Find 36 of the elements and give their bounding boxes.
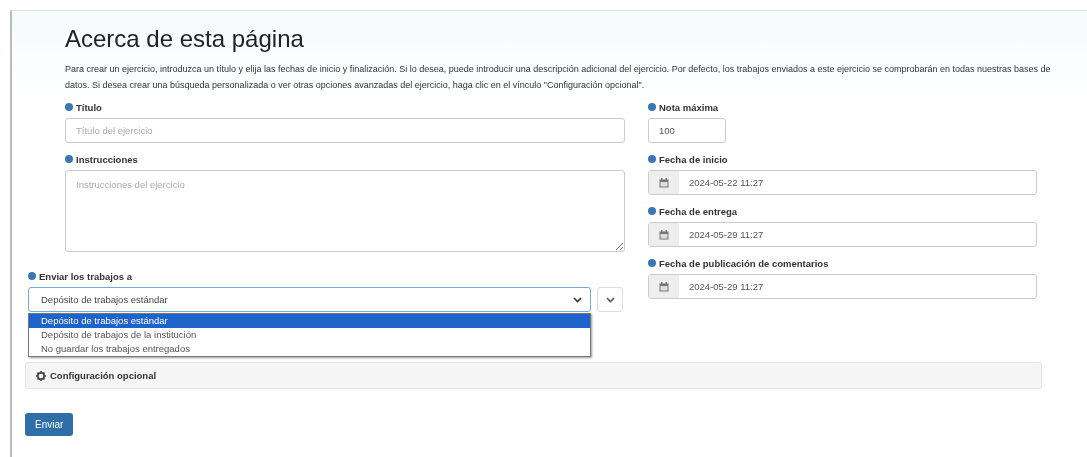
info-icon	[648, 103, 656, 111]
date-input[interactable]: 2024-05-22 11:27	[648, 170, 1037, 195]
optional-settings-label: Configuración opcional	[50, 370, 157, 381]
info-icon	[648, 207, 656, 215]
submit-to-label: Enviar los trabajos a	[28, 270, 625, 282]
dropdown-option[interactable]: Depósito de trabajos de la institución	[29, 328, 590, 342]
title-input[interactable]: Título del ejercicio	[65, 118, 625, 143]
submit-to-select[interactable]: Depósito de trabajos estándar	[28, 287, 591, 312]
info-icon	[65, 103, 73, 111]
date-label: Fecha de inicio	[648, 153, 1037, 165]
instructions-textarea[interactable]: Instrucciones del ejercicio	[65, 170, 625, 252]
dropdown-option[interactable]: No guardar los trabajos entregados	[29, 342, 590, 356]
gear-icon	[36, 370, 46, 381]
info-icon	[648, 155, 656, 163]
page-description: Para crear un ejercicio, introduzca un título y elija las fechas de inicio y finalización. Si lo desea, puede introducir una descripción adicional del ejercicio. Por defecto, los trabajos enviados a este ejercicio se comprobarán en todas nuestras bases de datos. Si desea crear una búsqueda personalizada o ver otras opciones avanzadas del ejercicio, haga clic en el vínculo "Configuración opcional".	[65, 63, 1052, 92]
select-edge[interactable]	[597, 287, 623, 312]
calendar-icon	[659, 229, 669, 240]
chevron-down-icon	[573, 296, 582, 303]
date-input[interactable]: 2024-05-29 11:27	[648, 222, 1037, 247]
title-label: Título	[65, 101, 625, 113]
page-title: Acerca de esta página	[65, 25, 305, 53]
dropdown-option[interactable]: Depósito de trabajos estándar	[29, 314, 590, 328]
info-icon	[28, 272, 36, 280]
max-grade-label: Nota máxima	[648, 101, 1037, 113]
optional-settings-panel[interactable]: Configuración opcional	[25, 362, 1042, 389]
submit-button[interactable]: Enviar	[25, 413, 74, 436]
info-icon	[65, 155, 73, 163]
calendar-icon	[659, 177, 669, 188]
date-label: Fecha de entrega	[648, 205, 1037, 217]
chevron-down-icon	[605, 296, 615, 303]
instructions-label: Instrucciones	[65, 153, 625, 165]
max-grade-input[interactable]: 100	[648, 118, 726, 143]
info-icon	[648, 259, 656, 267]
calendar-icon	[659, 281, 669, 292]
date-label: Fecha de publicación de comentarios	[648, 257, 1037, 269]
date-input[interactable]: 2024-05-29 11:27	[648, 274, 1037, 299]
